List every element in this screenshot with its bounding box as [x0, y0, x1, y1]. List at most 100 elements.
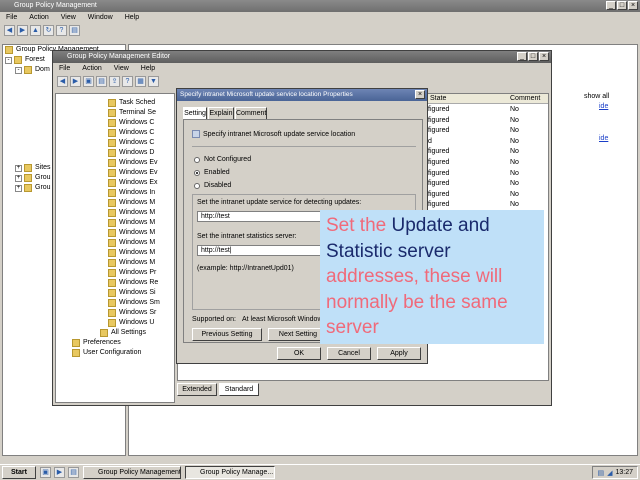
table-row[interactable]: figured No [428, 116, 548, 127]
editor-tree-label: Windows Sr [119, 309, 157, 316]
editor-list-icon[interactable]: ▤ [96, 76, 107, 87]
clock[interactable]: 13:27 [615, 469, 633, 476]
radio-not-configured[interactable] [194, 156, 200, 163]
editor-export-icon[interactable]: ⇪ [109, 76, 120, 87]
menu-action[interactable]: Action [29, 12, 48, 24]
show-all-link[interactable]: show all [584, 93, 609, 100]
table-row[interactable]: figured No [428, 190, 548, 201]
editor-tree-item[interactable]: Windows M [56, 218, 174, 228]
editor-folder-icon[interactable]: ▣ [83, 76, 94, 87]
editor-titlebar[interactable]: Group Policy Management Editor _ □ × [53, 51, 551, 63]
folder-icon[interactable]: ▤ [68, 467, 79, 478]
editor-help-icon[interactable]: ? [122, 76, 133, 87]
tab-extended[interactable]: Extended [177, 383, 217, 396]
editor-tree-item[interactable]: Preferences [56, 338, 174, 348]
menu-window[interactable]: Window [88, 12, 113, 24]
editor-tree-item[interactable]: Windows Sm [56, 298, 174, 308]
col-comment[interactable]: Comment [510, 95, 540, 102]
editor-back-icon[interactable]: ◀ [57, 76, 68, 87]
up-icon[interactable]: ▲ [30, 25, 41, 36]
editor-view-icon[interactable]: ▦ [135, 76, 146, 87]
editor-tree-item[interactable]: Windows C [56, 118, 174, 128]
apply-button[interactable]: Apply [377, 347, 421, 360]
editor-tree-item[interactable]: Windows M [56, 258, 174, 268]
table-row[interactable]: figured No [428, 169, 548, 180]
back-icon[interactable]: ◀ [4, 25, 15, 36]
cancel-button[interactable]: Cancel [327, 347, 371, 360]
editor-tree-item[interactable]: Windows Ev [56, 168, 174, 178]
option-not-configured[interactable]: Not Configured [194, 156, 251, 163]
menu-file[interactable]: File [6, 12, 17, 24]
tab-standard[interactable]: Standard [219, 383, 259, 396]
dialog-titlebar[interactable]: Specify intranet Microsoft update servic… [177, 89, 427, 101]
dialog-close-button[interactable]: × [415, 90, 425, 99]
editor-tree-item[interactable]: Windows M [56, 248, 174, 258]
editor-menu-view[interactable]: View [114, 63, 129, 75]
next-setting-button[interactable]: Next Setting [268, 328, 328, 341]
table-row[interactable]: figured No [428, 105, 548, 116]
editor-tree-item[interactable]: Windows Ev [56, 158, 174, 168]
properties-icon[interactable]: ▤ [69, 25, 80, 36]
menu-view[interactable]: View [61, 12, 76, 24]
editor-tree-item[interactable]: Windows Si [56, 288, 174, 298]
editor-tree-item[interactable]: User Configuration [56, 348, 174, 358]
editor-minimize-button[interactable]: _ [517, 52, 527, 61]
editor-tree-item[interactable]: Windows C [56, 138, 174, 148]
menu-help[interactable]: Help [125, 12, 139, 24]
editor-title: Group Policy Management Editor [67, 53, 171, 60]
editor-tree-item[interactable]: Windows Pr [56, 268, 174, 278]
table-row[interactable]: figured No [428, 126, 548, 137]
table-row[interactable]: figured No [428, 179, 548, 190]
previous-setting-button[interactable]: Previous Setting [192, 328, 262, 341]
editor-tree-item[interactable]: Windows Ex [56, 178, 174, 188]
editor-tree-item[interactable]: Windows In [56, 188, 174, 198]
taskbar-item-editor[interactable]: Group Policy Manage... [185, 466, 275, 479]
help-icon[interactable]: ? [56, 25, 67, 36]
col-state[interactable]: State [430, 95, 446, 102]
ok-button[interactable]: OK [277, 347, 321, 360]
radio-disabled[interactable] [194, 182, 200, 189]
editor-tree-item[interactable]: Windows C [56, 128, 174, 138]
table-row[interactable]: d No [428, 137, 548, 148]
editor-tree-item[interactable]: Terminal Se [56, 108, 174, 118]
gpm-title: Group Policy Management [14, 2, 97, 9]
example-text: (example: http://IntranetUpd01) [197, 265, 294, 272]
minimize-button[interactable]: _ [606, 1, 616, 10]
editor-tree-item[interactable]: Windows U [56, 318, 174, 328]
editor-menu-file[interactable]: File [59, 63, 70, 75]
hide-link-1[interactable]: ide [599, 103, 608, 110]
editor-forward-icon[interactable]: ▶ [70, 76, 81, 87]
editor-tree-item[interactable]: Windows Sr [56, 308, 174, 318]
editor-tree-item[interactable]: All Settings [56, 328, 174, 338]
close-button[interactable]: × [628, 1, 638, 10]
explorer-icon[interactable]: ▣ [40, 467, 51, 478]
editor-menu-action[interactable]: Action [82, 63, 101, 75]
table-row[interactable]: figured No [428, 158, 548, 169]
option-enabled[interactable]: Enabled [194, 169, 230, 176]
editor-tree-item[interactable]: Windows M [56, 228, 174, 238]
gpm-titlebar[interactable]: Group Policy Management _ □ × [0, 0, 640, 12]
radio-enabled[interactable] [194, 169, 200, 176]
table-row[interactable]: figured No [428, 147, 548, 158]
editor-tree-item[interactable]: Windows M [56, 208, 174, 218]
hide-link-2[interactable]: ide [599, 135, 608, 142]
powershell-icon[interactable]: ▶ [54, 467, 65, 478]
editor-tree-item[interactable]: Task Sched [56, 98, 174, 108]
forward-icon[interactable]: ▶ [17, 25, 28, 36]
maximize-button[interactable]: □ [617, 1, 627, 10]
editor-menu-help[interactable]: Help [141, 63, 155, 75]
network-icon[interactable]: ▤ [597, 469, 604, 477]
start-button[interactable]: Start [2, 466, 36, 479]
editor-maximize-button[interactable]: □ [528, 52, 538, 61]
option-disabled[interactable]: Disabled [194, 182, 231, 189]
editor-tree-item[interactable]: Windows M [56, 198, 174, 208]
editor-tree-item[interactable]: Windows D [56, 148, 174, 158]
editor-filter-icon[interactable]: ▼ [148, 76, 159, 87]
editor-tree-item[interactable]: Windows Re [56, 278, 174, 288]
editor-close-button[interactable]: × [539, 52, 549, 61]
row-state: d [428, 137, 432, 145]
taskbar-item-gpm[interactable]: Group Policy Management [83, 466, 181, 479]
refresh-icon[interactable]: ↻ [43, 25, 54, 36]
volume-icon[interactable]: ◢ [607, 469, 612, 477]
editor-tree-item[interactable]: Windows M [56, 238, 174, 248]
